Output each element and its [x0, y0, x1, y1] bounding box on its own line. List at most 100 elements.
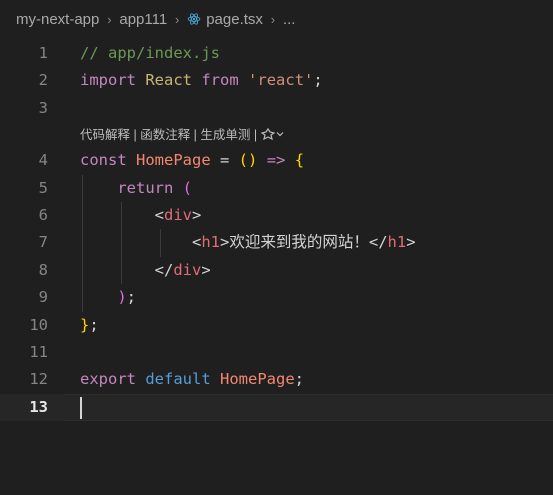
code-lines[interactable]: 1 // app/index.js 2 import React from 'reac… — [0, 40, 553, 422]
code-text[interactable]: <div> — [80, 202, 202, 229]
breadcrumb: my-next-app › app111 › page.tsx › ... — [0, 0, 553, 38]
code-token: const — [80, 151, 127, 170]
code-token: import — [80, 71, 136, 90]
code-token: = — [210, 151, 239, 170]
breadcrumb-item-folder[interactable]: app111 — [119, 11, 167, 28]
code-token: => — [266, 151, 286, 170]
code-token: ; — [89, 315, 99, 334]
code-line[interactable]: 12 export default HomePage; — [0, 366, 553, 393]
codelens-text[interactable]: 代码解释 | 函数注释 | 生成单测 | — [80, 128, 261, 142]
code-text[interactable]: return ( — [80, 175, 192, 202]
line-number: 6 — [38, 205, 48, 224]
line-number: 5 — [38, 178, 48, 197]
line-number: 2 — [38, 71, 48, 90]
text-cursor — [80, 396, 82, 419]
code-token: HomePage — [136, 151, 211, 170]
line-number: 11 — [29, 342, 48, 361]
code-token: () — [238, 151, 258, 170]
code-token: { — [294, 151, 305, 170]
line-number: 10 — [29, 315, 48, 334]
code-text[interactable]: import React from 'react'; — [80, 67, 323, 94]
code-text[interactable]: ); — [80, 284, 136, 311]
code-line[interactable]: 3 — [0, 95, 553, 122]
code-token: h1 — [387, 233, 407, 252]
code-line[interactable]: 11 — [0, 339, 553, 366]
code-token: React — [145, 71, 193, 90]
code-token: 'react' — [248, 71, 314, 90]
line-number: 9 — [38, 288, 48, 307]
code-text[interactable]: export default HomePage; — [80, 366, 304, 393]
breadcrumb-file-label: page.tsx — [206, 10, 263, 28]
line-number: 13 — [29, 397, 48, 416]
code-token: ; — [294, 370, 305, 389]
code-token: ; — [313, 71, 323, 90]
code-token: h1 — [201, 233, 220, 252]
line-number: 12 — [29, 370, 48, 389]
code-text[interactable]: </div> — [80, 257, 211, 284]
breadcrumb-item-project[interactable]: my-next-app — [16, 11, 99, 28]
indent-guide — [121, 202, 122, 285]
line-number: 1 — [38, 44, 48, 62]
code-text[interactable]: const HomePage = () => { — [80, 147, 304, 174]
ai-assistant-icon[interactable] — [260, 128, 276, 142]
code-token: HomePage — [220, 370, 295, 389]
chevron-right-icon: › — [175, 11, 180, 27]
code-token: </ — [368, 233, 388, 252]
code-token: export — [80, 370, 136, 389]
code-token: < — [154, 205, 164, 224]
code-token: > — [192, 205, 202, 224]
react-file-icon — [187, 12, 201, 25]
code-text[interactable]: }; — [80, 312, 99, 339]
code-line[interactable]: 1 // app/index.js — [0, 40, 553, 67]
line-number: 8 — [38, 260, 48, 279]
chevron-down-icon[interactable] — [275, 128, 285, 142]
code-token: div — [173, 260, 202, 279]
indent-guide — [160, 229, 161, 257]
code-text[interactable]: // app/index.js — [80, 40, 220, 67]
code-text[interactable]: <h1>欢迎来到我的网站！</h1> — [80, 229, 416, 256]
code-token: ) — [117, 288, 127, 307]
code-token: 欢迎来到我的网站！ — [229, 233, 369, 252]
codelens-actions[interactable]: 代码解释 | 函数注释 | 生成单测 | — [0, 122, 553, 147]
code-token: default — [145, 370, 211, 389]
code-line[interactable]: 13 — [0, 393, 553, 422]
code-token: > — [201, 260, 211, 279]
code-token: return — [117, 178, 174, 197]
code-line[interactable]: 2 import React from 'react'; — [0, 67, 553, 94]
code-token: } — [80, 315, 90, 334]
code-line[interactable]: 4 const HomePage = () => { — [0, 147, 553, 174]
code-token: div — [164, 205, 192, 224]
code-token: ( — [182, 178, 193, 197]
code-line[interactable]: 10}; — [0, 312, 553, 339]
code-token: from — [201, 71, 239, 90]
code-token: < — [191, 233, 202, 252]
breadcrumb-item-symbol[interactable]: ... — [283, 11, 296, 28]
chevron-right-icon: › — [270, 11, 276, 27]
breadcrumb-item-file[interactable]: page.tsx — [187, 11, 263, 28]
code-token: > — [220, 233, 230, 252]
codelens-label[interactable]: 代码解释 | 函数注释 | 生成单测 | — [80, 123, 285, 148]
code-token: ; — [126, 288, 137, 307]
chevron-right-icon: › — [107, 11, 112, 27]
indent-guide — [82, 174, 83, 312]
line-number: 3 — [38, 98, 48, 117]
code-editor[interactable]: my-next-app › app111 › page.tsx › ... 1 /… — [0, 0, 553, 495]
code-token: </ — [154, 260, 174, 279]
code-token: > — [406, 233, 416, 252]
line-number: 7 — [38, 233, 48, 252]
line-number: 4 — [38, 151, 48, 170]
